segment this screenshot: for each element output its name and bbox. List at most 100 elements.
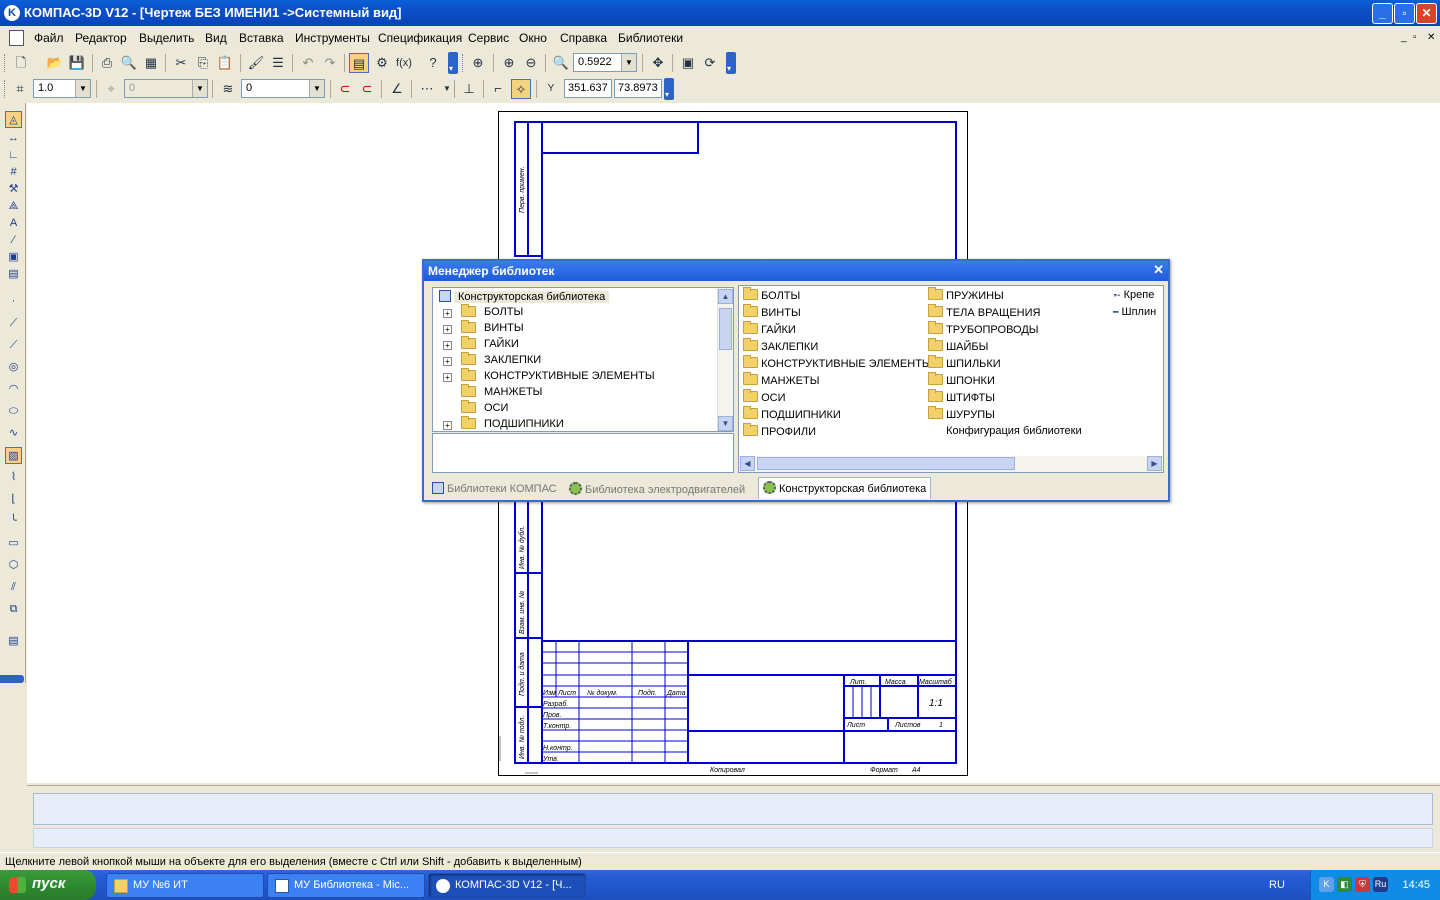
tab-kompas-libraries[interactable]: Библиотеки КОМПАС: [428, 479, 561, 499]
paste-icon[interactable]: 📋: [215, 53, 235, 73]
polygon-tool-icon[interactable]: ⬡: [5, 557, 22, 574]
tree-item[interactable]: ОСИ: [433, 400, 713, 418]
measure-panel-icon[interactable]: ⟁: [5, 198, 22, 215]
library-manager-dialog[interactable]: Менеджер библиотек ✕ Конструкторская биб…: [422, 259, 1170, 502]
list-item[interactable]: ПРОФИЛИ: [743, 423, 816, 441]
list-item[interactable]: ТЕЛА ВРАЩЕНИЯ: [928, 304, 1040, 322]
local-snap-icon[interactable]: ⊂: [357, 79, 377, 99]
aux-line-tool-icon[interactable]: ⟋: [5, 315, 22, 332]
list-item[interactable]: ОСИ: [743, 389, 785, 407]
zoom-in-icon[interactable]: ⊕: [499, 53, 519, 73]
library-manager-icon[interactable]: ⚙: [372, 53, 392, 73]
tab-motor-library[interactable]: Библиотека электродвигателей: [565, 479, 749, 499]
menu-insert[interactable]: Вставка: [239, 31, 284, 45]
chamfer-tool-icon[interactable]: ⌊: [5, 491, 22, 508]
rectangle-tool-icon[interactable]: ▭: [5, 535, 22, 552]
list-item[interactable]: ТРУБОПРОВОДЫ: [928, 321, 1039, 339]
tree-item[interactable]: + ГАЙКИ: [433, 336, 713, 354]
coord-y-field[interactable]: 73.8973: [614, 79, 662, 98]
menu-service[interactable]: Сервис: [468, 31, 509, 45]
menu-editor[interactable]: Редактор: [75, 31, 127, 45]
help-pointer-icon[interactable]: ?: [423, 53, 443, 73]
macro-tool-icon[interactable]: ▤: [5, 633, 22, 650]
dialog-close-icon[interactable]: ✕: [1153, 262, 1164, 278]
list-item[interactable]: ШУРУПЫ: [928, 406, 995, 424]
zoom-scale-icon[interactable]: 🔍: [551, 53, 571, 73]
step-combo[interactable]: 1.0 ▼: [33, 79, 91, 98]
scroll-right-icon[interactable]: ▶: [1147, 456, 1162, 471]
tray-security-icon[interactable]: ◧: [1337, 877, 1352, 892]
tree-item[interactable]: + БОЛТЫ: [433, 304, 713, 322]
layer-combo[interactable]: 0 ▼: [241, 79, 325, 98]
scroll-down-icon[interactable]: ▼: [718, 416, 733, 431]
chevron-down-icon[interactable]: ▼: [75, 80, 90, 97]
list-item[interactable]: ШТИФТЫ: [928, 389, 995, 407]
toolbar-grip[interactable]: [4, 54, 7, 72]
tray-lang-icon[interactable]: Ru: [1373, 877, 1388, 892]
pan-icon[interactable]: ✥: [648, 53, 668, 73]
menu-file[interactable]: Файл: [34, 31, 64, 45]
print-icon[interactable]: ⎙: [97, 53, 117, 73]
list-item[interactable]: ГАЙКИ: [743, 321, 796, 339]
geometry-panel-icon[interactable]: ◬: [5, 111, 22, 128]
hatch-tool-icon[interactable]: ▧: [5, 447, 22, 464]
menu-window[interactable]: Окно: [519, 31, 547, 45]
expand-plus-icon[interactable]: +: [443, 309, 452, 318]
snap-step-icon[interactable]: ⌗: [10, 79, 30, 99]
spline-tool-icon[interactable]: ∿: [5, 425, 22, 442]
ortho-icon[interactable]: ∠: [387, 79, 407, 99]
properties-icon[interactable]: ☰: [268, 53, 288, 73]
list-item-config[interactable]: Конфигурация библиотеки: [928, 425, 1082, 441]
new-document-icon[interactable]: 🗋: [11, 53, 31, 73]
tab-design-library[interactable]: Конструкторская библиотека: [758, 477, 932, 499]
library-tree[interactable]: Конструкторская библиотека + БОЛТЫ + ВИНТЫ…: [432, 287, 734, 432]
menu-libraries[interactable]: Библиотеки: [618, 31, 683, 45]
scroll-thumb[interactable]: [757, 457, 1015, 470]
doc-minimize-button[interactable]: _: [1401, 32, 1407, 43]
print-preview-icon[interactable]: 🔍: [119, 53, 139, 73]
list-item[interactable]: ШПИЛЬКИ: [928, 355, 1001, 373]
toolbar-options-icon[interactable]: [448, 52, 458, 74]
orthogonal-mode-icon[interactable]: ⌐: [488, 79, 508, 99]
save-icon[interactable]: 💾: [67, 53, 87, 73]
scroll-up-icon[interactable]: ▲: [718, 289, 733, 304]
dimensions-panel-icon[interactable]: ↔: [5, 130, 22, 147]
circle-tool-icon[interactable]: ◎: [5, 359, 22, 376]
cut-icon[interactable]: ✂: [171, 53, 191, 73]
list-item[interactable]: КОНСТРУКТИВНЫЕ ЭЛЕМЕНТЫ: [743, 355, 932, 373]
expand-plus-icon[interactable]: +: [443, 373, 452, 382]
angle-icon[interactable]: ⌖: [101, 79, 121, 99]
angle-combo[interactable]: 0 ▼: [124, 79, 208, 98]
doc-restore-button[interactable]: ▫: [1413, 32, 1417, 43]
toolbar-options-icon[interactable]: [726, 52, 736, 74]
menu-help[interactable]: Справка: [560, 31, 607, 45]
list-item[interactable]: ПОДШИПНИКИ: [743, 406, 841, 424]
task-word[interactable]: МУ Библиотека - Mic...: [267, 873, 425, 898]
edit-panel-icon[interactable]: #: [5, 164, 22, 181]
tree-item[interactable]: + ПОДШИПНИКИ: [433, 416, 713, 431]
toolbar-options-icon[interactable]: [664, 78, 674, 100]
open-folder-icon[interactable]: 📂: [45, 53, 65, 73]
menu-tools[interactable]: Инструменты: [295, 31, 370, 45]
panel-expand-handle[interactable]: [0, 675, 24, 683]
refresh-view-icon[interactable]: ▣: [678, 53, 698, 73]
format-painter-icon[interactable]: 🖌: [246, 53, 266, 73]
segment-tool-icon[interactable]: ⟋: [5, 337, 22, 354]
ellipse-tool-icon[interactable]: ⬭: [5, 403, 22, 420]
chevron-down-icon[interactable]: ▼: [621, 54, 636, 71]
chevron-down-icon[interactable]: ▼: [309, 80, 324, 97]
redraw-icon[interactable]: ⟳: [700, 53, 720, 73]
expand-plus-icon[interactable]: +: [443, 421, 452, 430]
scroll-left-icon[interactable]: ◀: [740, 456, 755, 471]
expand-plus-icon[interactable]: +: [443, 325, 452, 334]
close-button[interactable]: ✕: [1416, 3, 1437, 24]
tree-item[interactable]: + ВИНТЫ: [433, 320, 713, 338]
list-scrollbar[interactable]: ◀ ▶: [739, 456, 1163, 472]
tray-app-icon[interactable]: K: [1319, 877, 1334, 892]
layer-icon[interactable]: ≋: [218, 79, 238, 99]
dialog-title[interactable]: Менеджер библиотек: [424, 261, 1168, 281]
spec-panel-icon[interactable]: ▣: [5, 249, 22, 266]
local-cs-icon[interactable]: ⊥: [459, 79, 479, 99]
zoom-combo[interactable]: 0.5922 ▼: [573, 53, 637, 72]
library-contents-list[interactable]: БОЛТЫ ВИНТЫ ГАЙКИ ЗАКЛЕПКИ КОНСТРУКТИВНЫ…: [738, 285, 1164, 473]
